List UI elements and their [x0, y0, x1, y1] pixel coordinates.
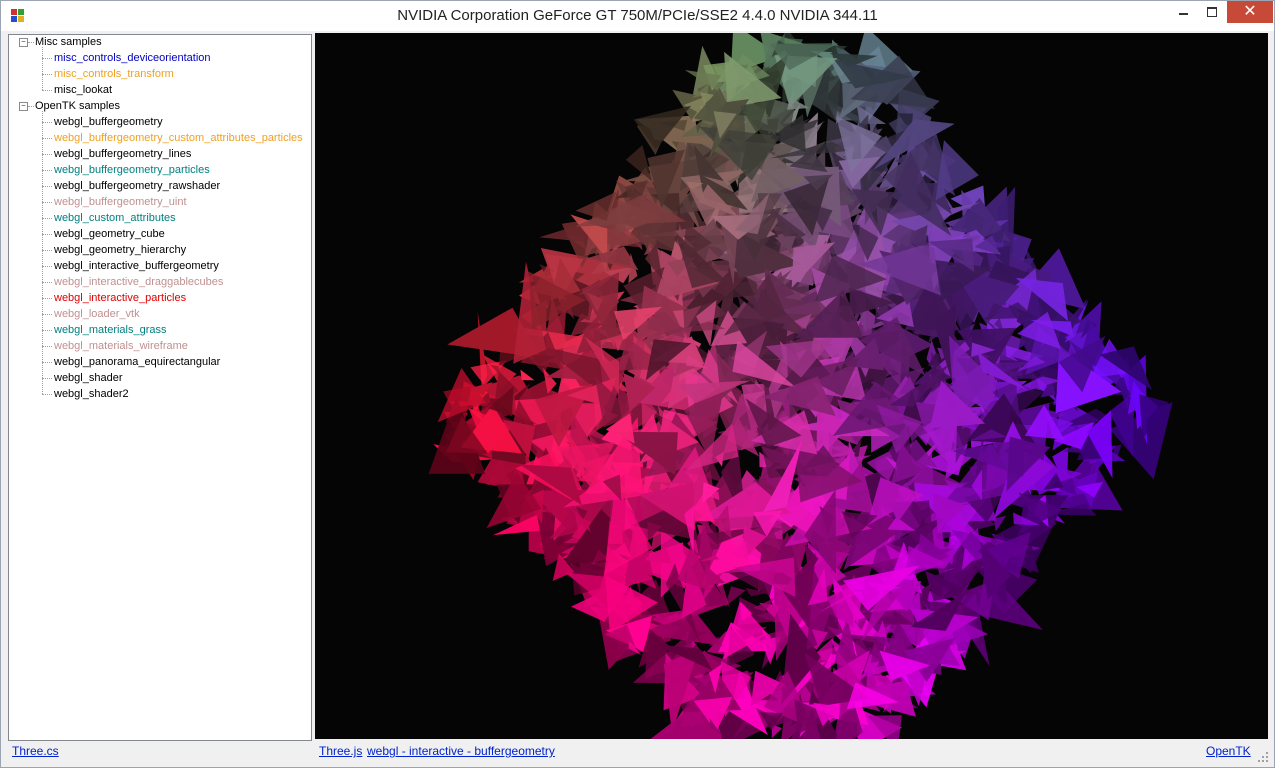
tree-item[interactable]: webgl_interactive_draggablecubes — [54, 275, 223, 290]
tree-item[interactable]: webgl_geometry_cube — [54, 227, 165, 242]
tree-item[interactable]: webgl_buffergeometry_particles — [54, 163, 210, 178]
tree-group-node[interactable]: OpenTK samples — [35, 99, 120, 114]
tree-item[interactable]: misc_controls_deviceorientation — [54, 51, 211, 66]
tree-item[interactable]: webgl_buffergeometry_lines — [54, 147, 191, 162]
tree-connector — [42, 138, 52, 139]
close-button[interactable]: ✕ — [1227, 1, 1273, 23]
close-icon: ✕ — [1243, 3, 1257, 20]
tree-connector — [42, 202, 52, 203]
tree-connector — [42, 346, 52, 347]
tree-connector — [28, 42, 34, 43]
tree-connector — [42, 330, 52, 331]
tree-connector — [42, 154, 52, 155]
particle-render-canvas[interactable] — [315, 33, 1268, 739]
tree-connector — [42, 298, 52, 299]
app-window: NVIDIA Corporation GeForce GT 750M/PCIe/… — [0, 0, 1275, 768]
tree-connector — [42, 362, 52, 363]
tree-item[interactable]: webgl_buffergeometry_rawshader — [54, 179, 220, 194]
tree-item[interactable]: webgl_shader — [54, 371, 123, 386]
tree-connector — [42, 234, 52, 235]
tree-item[interactable]: webgl_interactive_particles — [54, 291, 186, 306]
tree-item[interactable]: webgl_panorama_equirectangular — [54, 355, 220, 370]
tree-item[interactable]: webgl_materials_wireframe — [54, 339, 188, 354]
window-title: NVIDIA Corporation GeForce GT 750M/PCIe/… — [397, 7, 878, 24]
tree-connector — [42, 111, 43, 394]
tree-item[interactable]: webgl_custom_attributes — [54, 211, 176, 226]
tree-item[interactable]: webgl_interactive_buffergeometry — [54, 259, 219, 274]
three-js-link[interactable]: Three.js — [319, 744, 362, 758]
opentk-link[interactable]: OpenTK — [1206, 744, 1251, 758]
sample-tree-view[interactable]: − Misc samples misc_controls_deviceorienta… — [8, 34, 312, 741]
tree-connector — [42, 218, 52, 219]
tree-item[interactable]: webgl_geometry_hierarchy — [54, 243, 186, 258]
tree-item[interactable]: misc_controls_transform — [54, 67, 174, 82]
tree-connector — [42, 47, 43, 90]
tree-connector — [42, 394, 52, 395]
tree-connector — [42, 170, 52, 171]
tree-connector — [42, 122, 52, 123]
tree-item[interactable]: webgl_buffergeometry — [54, 115, 163, 130]
tree-connector — [42, 378, 52, 379]
webgl-viewport[interactable] — [315, 33, 1268, 739]
maximize-button[interactable] — [1197, 1, 1226, 23]
tree-connector — [42, 186, 52, 187]
status-bar: Three.cs Three.js webgl - interactive - … — [1, 741, 1274, 767]
tree-connector — [42, 90, 52, 91]
tree-item[interactable]: webgl_buffergeometry_uint — [54, 195, 187, 210]
tree-item[interactable]: misc_lookat — [54, 83, 112, 98]
minimize-icon — [1179, 13, 1188, 15]
title-bar[interactable]: NVIDIA Corporation GeForce GT 750M/PCIe/… — [1, 1, 1274, 31]
maximize-icon — [1207, 7, 1217, 17]
tree-group-node[interactable]: Misc samples — [35, 35, 102, 50]
minimize-button[interactable] — [1168, 1, 1197, 23]
tree-connector — [42, 282, 52, 283]
tree-connector — [42, 58, 52, 59]
tree-item[interactable]: webgl_shader2 — [54, 387, 129, 402]
tree-expander-icon[interactable]: − — [19, 38, 28, 47]
tree-item[interactable]: webgl_loader_vtk — [54, 307, 140, 322]
three-cs-link[interactable]: Three.cs — [12, 744, 59, 758]
tree-item[interactable]: webgl_buffergeometry_custom_attributes_p… — [54, 131, 303, 146]
resize-grip-icon[interactable] — [1257, 751, 1269, 763]
tree-connector — [42, 74, 52, 75]
tree-connector — [42, 314, 52, 315]
tree-item[interactable]: webgl_materials_grass — [54, 323, 167, 338]
tree-connector — [42, 266, 52, 267]
triangle-cloud — [428, 33, 1173, 739]
tree-connector — [28, 106, 34, 107]
sample-name-link[interactable]: webgl - interactive - buffergeometry — [367, 744, 555, 758]
tree-expander-icon[interactable]: − — [19, 102, 28, 111]
tree-connector — [42, 250, 52, 251]
